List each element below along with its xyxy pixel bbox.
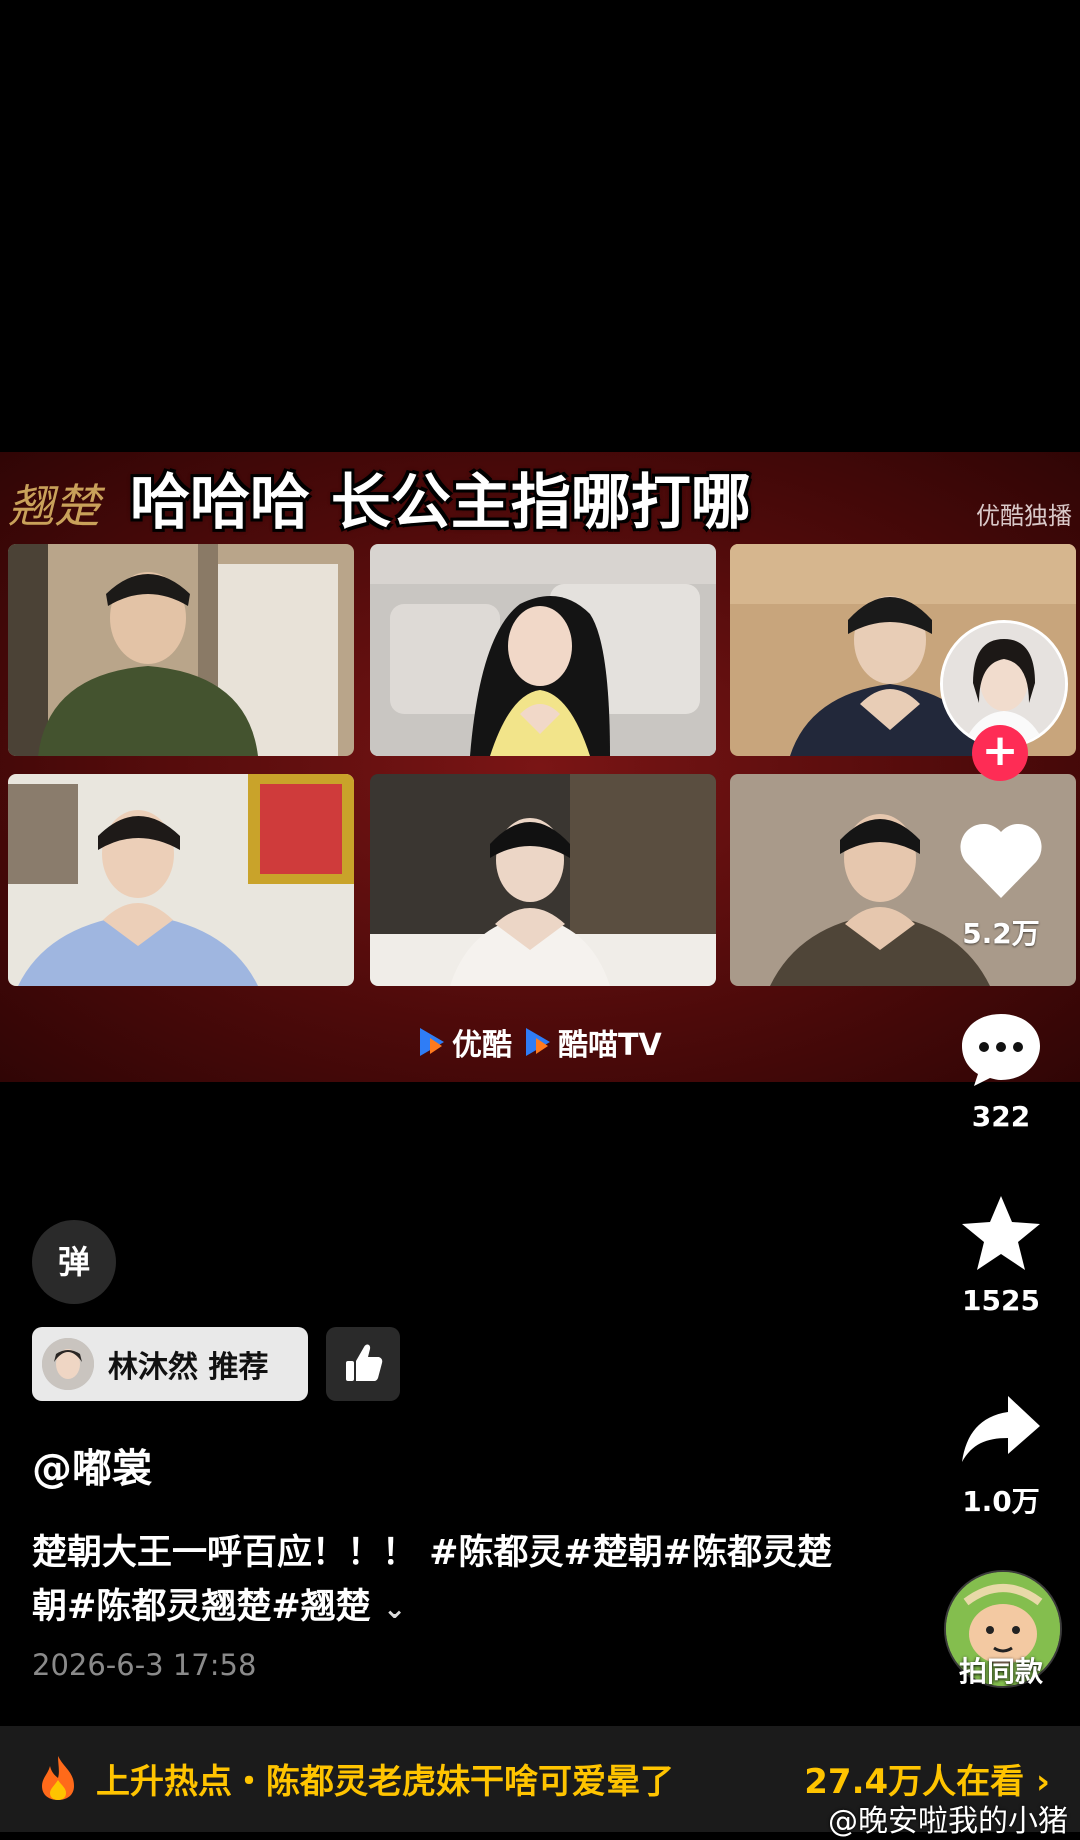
video-frame[interactable]: 翘楚 哈哈哈 长公主指哪打哪 优酷独播 优酷 酷喵TV (0, 452, 1080, 1082)
danmu-toggle-button[interactable]: 弹 (32, 1220, 116, 1304)
thumbs-up-icon (346, 1344, 383, 1381)
video-caption: 楚朝大王一呼百应！！！ #陈都灵#楚朝#陈都灵楚朝#陈都灵翘楚#翘楚 ⌄ (32, 1526, 852, 1636)
share-icon[interactable] (958, 1390, 1044, 1468)
video-tile-5 (370, 774, 716, 986)
share-action[interactable]: 1.0万 (936, 1390, 1066, 1520)
post-date: 2026-6-3 17:58 (32, 1648, 257, 1682)
youku-brand: 优酷 (420, 1020, 512, 1064)
recommend-pill[interactable]: 林沐然 推荐 (32, 1327, 308, 1401)
recommend-label: 林沐然 推荐 (108, 1350, 269, 1385)
kumiao-play-icon (526, 1028, 550, 1056)
same-style-label[interactable]: 拍同款 (944, 1650, 1058, 1690)
hot-topic-text[interactable]: 上升热点・陈都灵老虎妹干啥可爱晕了 (96, 1754, 674, 1803)
comment-icon[interactable] (958, 1010, 1044, 1088)
weibo-watermark: @晚安啦我的小猪 (828, 1804, 1068, 1839)
video-tile-2 (370, 544, 716, 756)
video-tile-1 (8, 544, 354, 756)
thumbs-up-button[interactable] (326, 1327, 400, 1401)
expand-caption-icon[interactable]: ⌄ (383, 1592, 406, 1625)
star-icon[interactable] (958, 1194, 1044, 1272)
heart-icon[interactable] (958, 822, 1044, 900)
share-count: 1.0万 (962, 1485, 1040, 1518)
comment-count: 322 (971, 1100, 1031, 1133)
favorite-action[interactable]: 1525 (936, 1194, 1066, 1317)
kumiao-label: 酷喵TV (558, 1028, 662, 1063)
like-action[interactable]: 5.2万 (936, 822, 1066, 952)
exclusive-label: 优酷独播 (976, 502, 1072, 530)
recommender-avatar (42, 1338, 94, 1390)
video-caption-title: 哈哈哈 长公主指哪打哪 (130, 468, 751, 538)
author-username[interactable]: @嘟裳 (32, 1436, 152, 1494)
comment-action[interactable]: 322 (936, 1010, 1066, 1133)
caption-text: 楚朝大王一呼百应！！！ #陈都灵#楚朝#陈都灵楚朝#陈都灵翘楚#翘楚 (32, 1533, 833, 1627)
flame-icon (42, 1756, 74, 1800)
youku-play-icon (420, 1028, 444, 1056)
kumiao-brand: 酷喵TV (526, 1020, 662, 1064)
like-count: 5.2万 (962, 917, 1040, 950)
drama-logo: 翘楚 (8, 479, 100, 533)
youku-label: 优酷 (452, 1028, 512, 1063)
brand-logos: 优酷 酷喵TV (420, 1020, 662, 1064)
follow-button[interactable]: + (972, 725, 1028, 781)
video-tile-4 (8, 774, 354, 986)
favorite-count: 1525 (962, 1284, 1040, 1317)
